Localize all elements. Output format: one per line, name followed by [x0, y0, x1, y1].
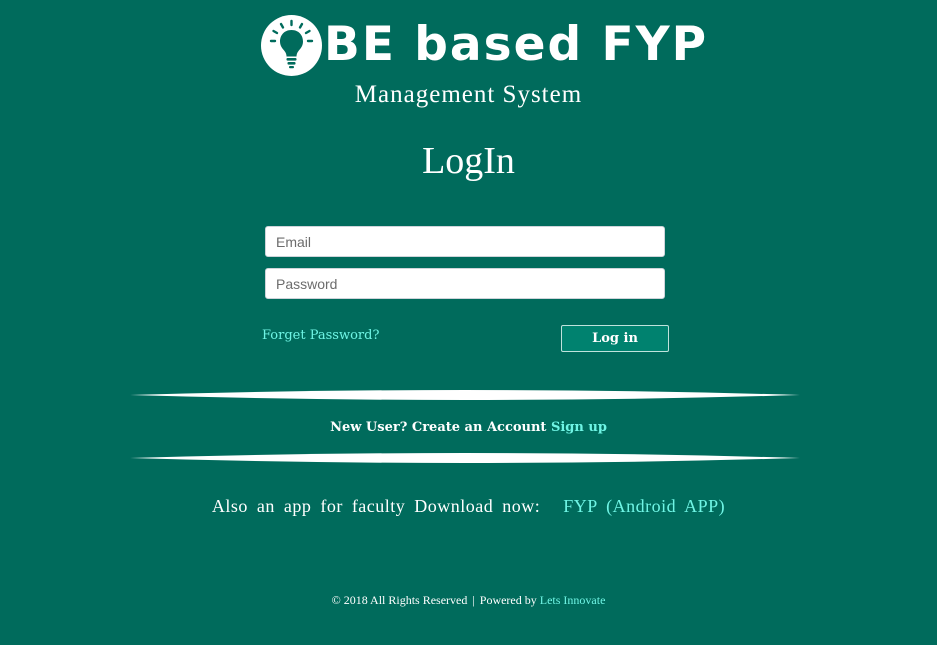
forgot-password-link[interactable]: Forget Password? — [262, 327, 379, 345]
page-title: LogIn — [422, 140, 515, 182]
footer-powered-by: Powered by — [479, 593, 537, 607]
password-field[interactable] — [265, 268, 665, 299]
footer: © 2018 All Rights Reserved | Powered by Le… — [0, 592, 937, 608]
signup-text: New User? Create an Account — [330, 420, 547, 435]
email-field[interactable] — [265, 226, 665, 257]
lightbulb-icon — [269, 19, 314, 69]
logo-badge — [261, 15, 322, 76]
footer-separator: | — [472, 593, 475, 607]
brand-name: BE based FYP — [324, 17, 709, 72]
divider-top — [130, 389, 800, 401]
app-download-text: Also an app for faculty Download now: — [211, 496, 541, 516]
divider-bottom — [130, 452, 800, 464]
signup-row: New User? Create an Account Sign up — [0, 419, 937, 437]
brand-subtitle: Management System — [354, 81, 583, 108]
android-app-link[interactable]: FYP (Android APP) — [563, 496, 725, 516]
login-button[interactable]: Log in — [561, 325, 669, 352]
footer-company-link[interactable]: Lets Innovate — [540, 593, 606, 607]
footer-copyright: © 2018 All Rights Reserved — [331, 593, 468, 607]
signup-link[interactable]: Sign up — [551, 420, 607, 435]
app-download-row: Also an app for faculty Download now: FY… — [0, 495, 937, 517]
